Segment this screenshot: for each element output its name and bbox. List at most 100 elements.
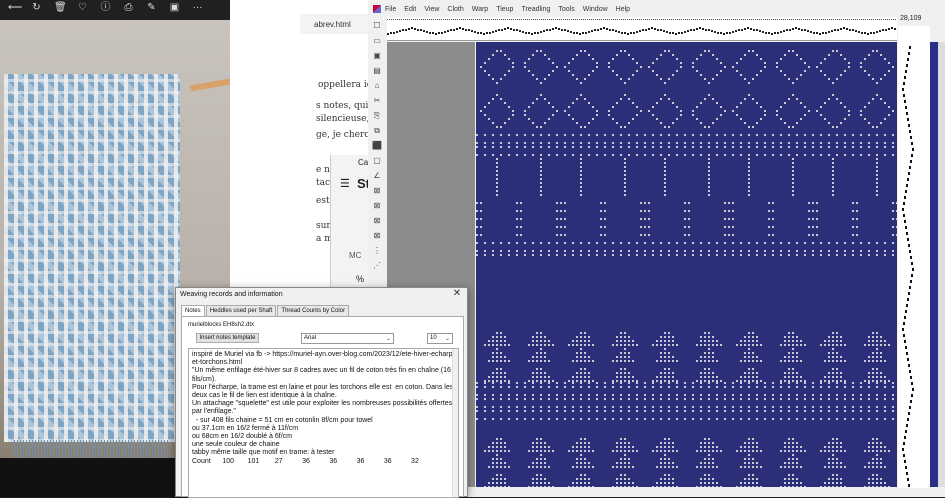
drawdown-cell bbox=[856, 202, 858, 204]
edit-icon[interactable]: ✎ bbox=[146, 3, 157, 13]
drawdown-cell bbox=[676, 486, 678, 487]
drawdown-cell bbox=[788, 352, 790, 354]
drawdown-cell bbox=[868, 450, 870, 452]
delete-icon[interactable]: 🗑 bbox=[54, 3, 67, 13]
menu-item-help[interactable]: Help bbox=[616, 6, 630, 13]
threading-tick bbox=[505, 19, 506, 20]
threading-mark bbox=[495, 30, 497, 32]
drawdown-cell bbox=[744, 372, 746, 374]
drawdown-cell bbox=[556, 250, 558, 252]
drawdown-cell bbox=[748, 406, 750, 408]
drawdown-cell bbox=[668, 340, 670, 342]
tool-button[interactable]: ▤ bbox=[372, 65, 383, 76]
drawdown-cell bbox=[656, 74, 658, 76]
tool-button[interactable]: ⋮ bbox=[372, 245, 383, 256]
drawdown-cell bbox=[584, 486, 586, 487]
drawdown-cell bbox=[624, 352, 626, 354]
drawdown-cell bbox=[580, 348, 582, 350]
tool-button[interactable]: ☐ bbox=[372, 20, 383, 31]
drawdown-cell bbox=[716, 406, 718, 408]
tool-button[interactable]: ⧉ bbox=[372, 125, 383, 136]
threading-tick bbox=[653, 19, 654, 20]
threading-tick bbox=[501, 19, 502, 20]
heart-icon[interactable]: ♡ bbox=[77, 3, 88, 13]
print-icon[interactable]: ⎙ bbox=[123, 3, 134, 13]
drawdown-cell bbox=[828, 406, 830, 408]
tool-button[interactable]: ▭ bbox=[372, 35, 383, 46]
tool-button[interactable]: ✂ bbox=[372, 95, 383, 106]
drawdown-cell bbox=[664, 348, 666, 350]
font-select[interactable]: Arial ⌄ bbox=[301, 333, 394, 344]
threading-draft[interactable] bbox=[387, 17, 897, 41]
menu-item-edit[interactable]: Edit bbox=[404, 6, 416, 13]
drawdown-cell bbox=[768, 234, 770, 236]
drawdown-cell bbox=[716, 450, 718, 452]
threading-tick bbox=[551, 19, 552, 20]
drawdown-cell bbox=[632, 360, 634, 362]
percent-button[interactable]: % bbox=[356, 274, 364, 284]
threading-mark bbox=[606, 28, 608, 30]
font-size-select[interactable]: 10 ⌄ bbox=[427, 333, 453, 344]
threading-tick bbox=[519, 19, 520, 20]
drawdown-cell bbox=[660, 54, 662, 56]
treadling-column[interactable] bbox=[898, 26, 930, 488]
menu-item-tools[interactable]: Tools bbox=[558, 6, 574, 13]
drawdown-cell bbox=[892, 154, 894, 156]
info-icon[interactable]: ⓘ bbox=[100, 3, 111, 13]
menu-item-view[interactable]: View bbox=[424, 6, 439, 13]
tool-button[interactable]: ▣ bbox=[372, 50, 383, 61]
menu-item-window[interactable]: Window bbox=[583, 6, 608, 13]
tool-button[interactable]: ⊠ bbox=[372, 215, 383, 226]
tool-button[interactable]: ⊠ bbox=[372, 230, 383, 241]
effects-icon[interactable]: ▣ bbox=[169, 3, 180, 13]
threading-mark bbox=[777, 32, 779, 34]
menu-item-tieup[interactable]: Tieup bbox=[496, 6, 513, 13]
treadling-mark bbox=[911, 142, 913, 145]
drawdown-canvas[interactable] bbox=[476, 42, 897, 487]
notes-scrollbar[interactable] bbox=[452, 349, 458, 497]
menu-item-treadling[interactable]: Treadling bbox=[521, 6, 550, 13]
drawdown-cell bbox=[668, 462, 670, 464]
tool-button[interactable]: ⊠ bbox=[372, 185, 383, 196]
tool-button[interactable]: ⋰ bbox=[372, 260, 383, 271]
drawdown-cell bbox=[552, 380, 554, 382]
close-icon[interactable]: ✕ bbox=[452, 289, 462, 299]
drawdown-cell bbox=[544, 352, 546, 354]
tool-button[interactable]: ∠ bbox=[372, 170, 383, 181]
drawdown-cell bbox=[876, 158, 878, 160]
tool-button[interactable]: ⊠ bbox=[372, 200, 383, 211]
tool-button[interactable]: ⌂ bbox=[372, 80, 383, 91]
notes-textarea[interactable]: inspiré de Muriel via fb -> https://muri… bbox=[188, 348, 459, 498]
memory-clear-button[interactable]: MC bbox=[349, 251, 361, 260]
drawdown-cell bbox=[800, 102, 802, 104]
back-icon[interactable]: ⟵ bbox=[8, 3, 22, 13]
drawdown-cell bbox=[824, 74, 826, 76]
threading-mark bbox=[396, 31, 398, 33]
insert-notes-template-button[interactable]: Insert notes template bbox=[196, 333, 259, 343]
drawdown-cell bbox=[672, 482, 674, 484]
threading-mark bbox=[540, 31, 542, 33]
tool-button[interactable]: ⎘ bbox=[372, 110, 383, 121]
vertical-scrollbar[interactable] bbox=[938, 42, 945, 487]
menu-item-warp[interactable]: Warp bbox=[472, 6, 488, 13]
tool-button[interactable]: ▢ bbox=[372, 155, 383, 166]
menu-icon[interactable]: ☰ bbox=[340, 177, 350, 190]
threading-tick bbox=[751, 19, 752, 20]
threading-mark bbox=[429, 32, 431, 34]
drawdown-cell bbox=[492, 376, 494, 378]
drawdown-cell bbox=[640, 202, 642, 204]
drawdown-cell bbox=[800, 466, 802, 468]
drawdown-cell bbox=[692, 398, 694, 400]
tool-button[interactable]: ⬛ bbox=[372, 140, 383, 151]
more-icon[interactable]: ··· bbox=[192, 3, 203, 13]
menu-item-cloth[interactable]: Cloth bbox=[447, 6, 463, 13]
menu-item-file[interactable]: File bbox=[385, 6, 396, 13]
drawdown-cell bbox=[840, 376, 842, 378]
drawdown-cell bbox=[620, 398, 622, 400]
threading-tick bbox=[607, 19, 608, 20]
drawdown-cell bbox=[536, 478, 538, 480]
drawdown-cell bbox=[684, 394, 686, 396]
rotate-icon[interactable]: ↻ bbox=[31, 3, 42, 13]
drawdown-cell bbox=[880, 372, 882, 374]
treadling-mark bbox=[909, 130, 911, 133]
